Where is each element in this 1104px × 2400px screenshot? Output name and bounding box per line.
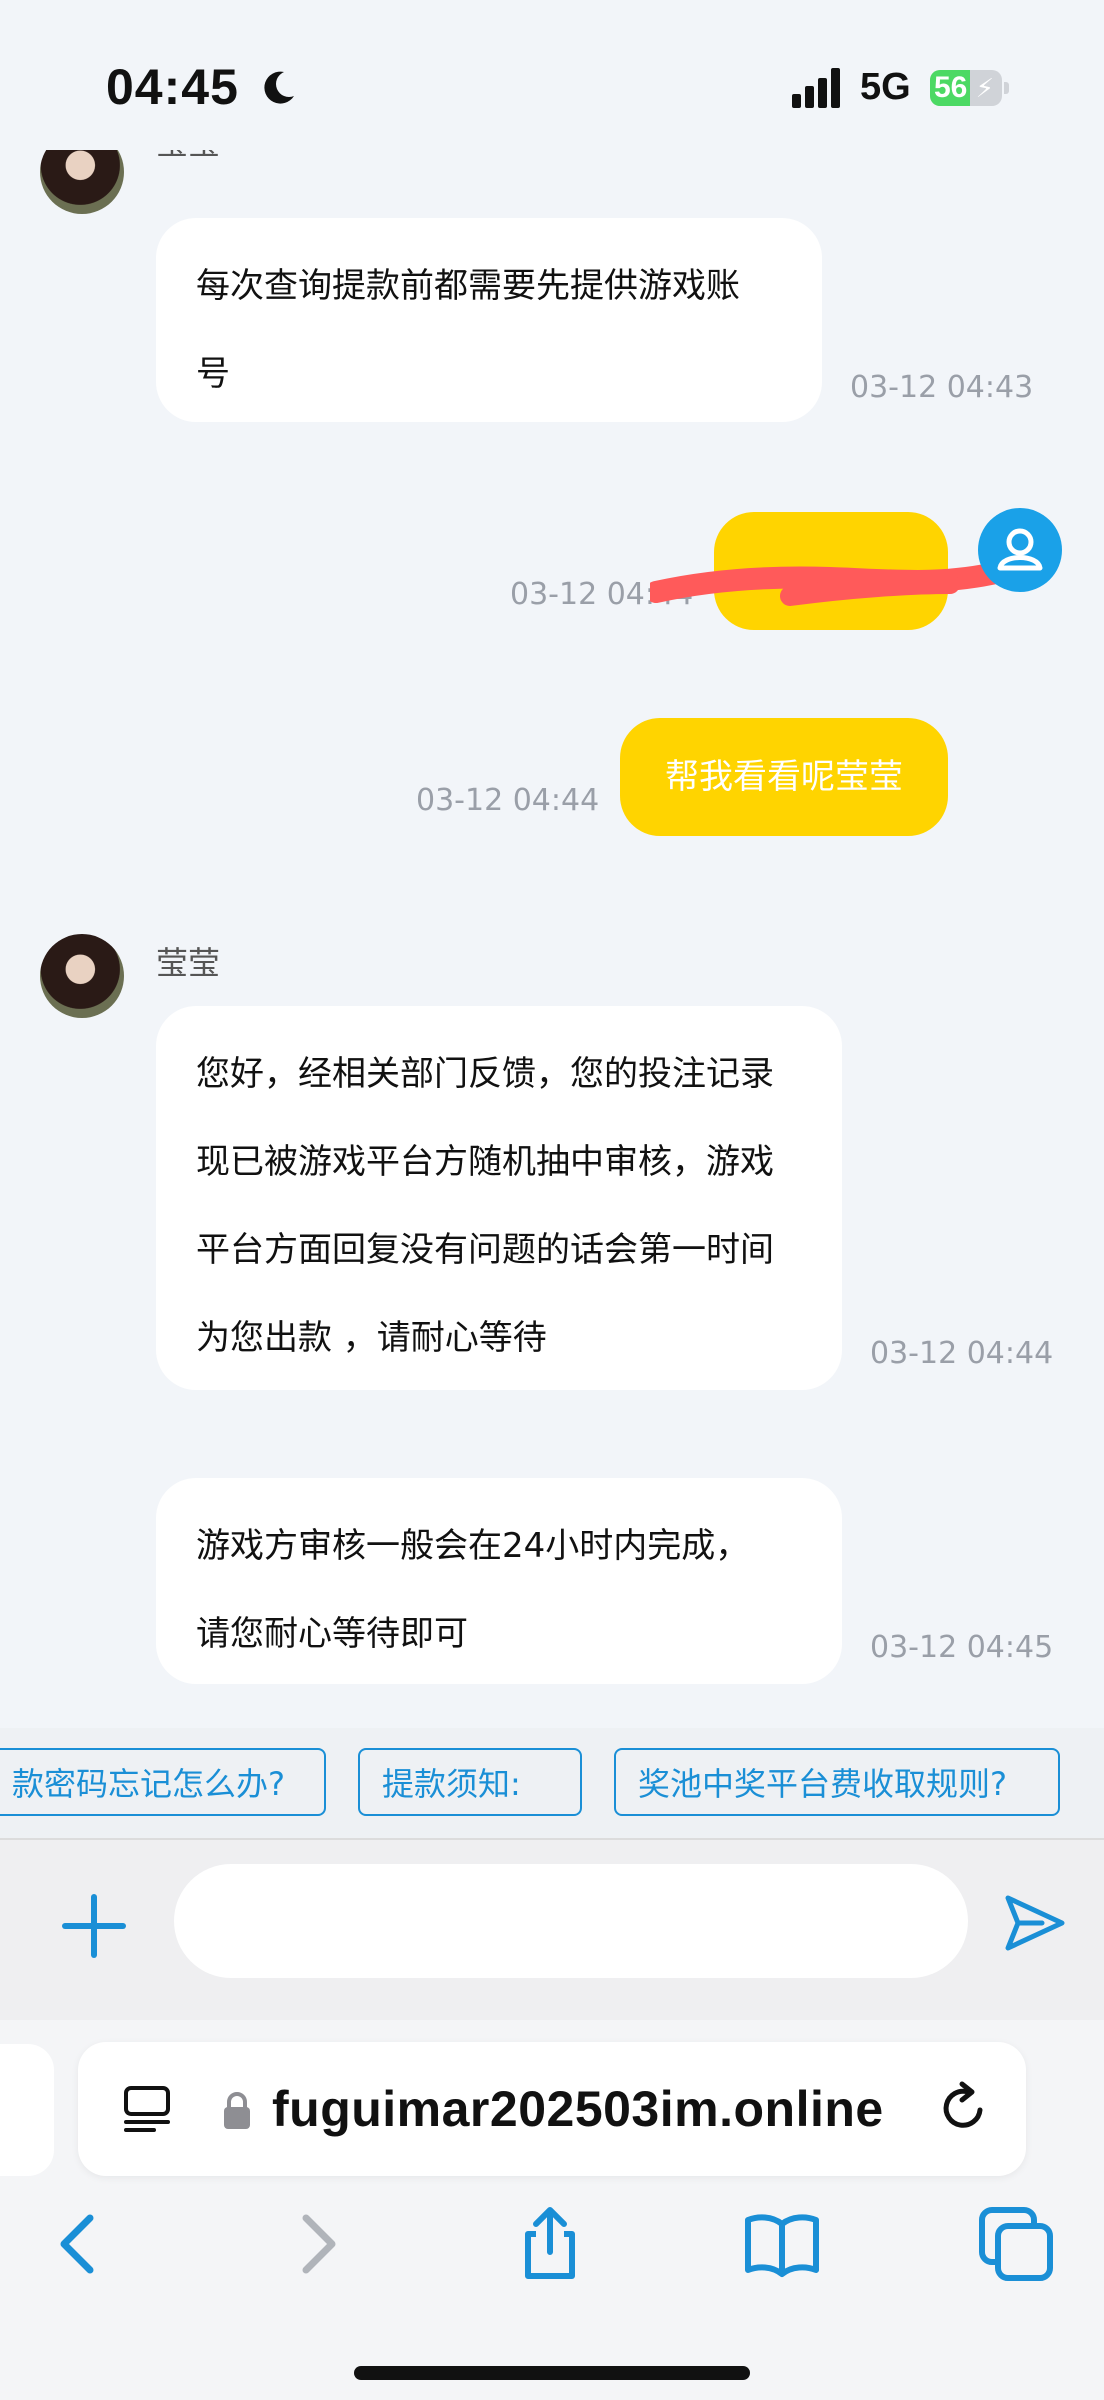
sender-name: 莹莹 (156, 150, 220, 164)
signal-icon (792, 68, 844, 108)
message-bubble: 每次查询提款前都需要先提供游戏账 号 (156, 218, 822, 422)
message-bubble: 游戏方审核一般会在24小时内完成， 请您耐心等待即可 (156, 1478, 842, 1684)
lock-icon (224, 2092, 250, 2129)
agent-avatar (40, 150, 124, 214)
quick-reply-chip[interactable]: 款密码忘记怎么办? (0, 1748, 326, 1816)
chat-area[interactable]: 莹莹 每次查询提款前都需要先提供游戏账 号 03-12 04:43 03-12 … (0, 150, 1104, 1728)
back-icon[interactable] (40, 2204, 120, 2284)
message-time: 03-12 04:43 (850, 370, 1034, 405)
message-line: 游戏方审核一般会在24小时内完成， (196, 1526, 750, 1566)
battery-icon: 56 ⚡ (930, 70, 1002, 106)
network-type: 5G (860, 66, 911, 108)
quick-reply-chip[interactable]: 奖池中奖平台费收取规则? (614, 1748, 1060, 1816)
message-bubble: 您好，经相关部门反馈，您的投注记录 现已被游戏平台方随机抽中审核，游戏 平台方面… (156, 1006, 842, 1390)
forward-icon[interactable] (276, 2204, 356, 2284)
send-icon[interactable] (1002, 1890, 1068, 1956)
home-indicator[interactable] (354, 2366, 750, 2380)
previous-tab[interactable] (0, 2044, 54, 2176)
message-line: 每次查询提款前都需要先提供游戏账 (196, 266, 740, 306)
my-message-bubble: 帮我看看呢莹莹 (620, 718, 948, 836)
message-line: 请您耐心等待即可 (196, 1614, 468, 1654)
reload-icon[interactable] (936, 2080, 992, 2136)
message-line: 平台方面回复没有问题的话会第一时间 (196, 1230, 774, 1270)
tabs-icon[interactable] (976, 2204, 1056, 2284)
message-line: 为您出款 ，请耐心等待 (196, 1318, 547, 1358)
moon-icon (264, 71, 294, 104)
message-time: 03-12 04:45 (870, 1630, 1054, 1665)
redaction-scribble (650, 561, 1010, 606)
browser-toolbar: fuguimar202503im.online (0, 2020, 1104, 2400)
message-line: 现已被游戏平台方随机抽中审核，游戏 (196, 1142, 774, 1182)
status-bar: 04:45 5G 56 ⚡ (0, 0, 1104, 150)
message-time: 03-12 04:44 (416, 783, 600, 818)
reader-mode-icon[interactable] (122, 2084, 172, 2134)
status-time: 04:45 (106, 59, 239, 115)
quick-reply-chip[interactable]: 提款须知: (358, 1748, 582, 1816)
share-icon[interactable] (510, 2204, 590, 2284)
url-text: fuguimar202503im.online (272, 2081, 884, 2137)
message-input[interactable] (174, 1864, 968, 1978)
sender-name: 莹莹 (156, 944, 221, 982)
message-composer (0, 1838, 1104, 2020)
message-line: 您好，经相关部门反馈，您的投注记录 (196, 1054, 774, 1094)
address-bar[interactable]: fuguimar202503im.online (78, 2042, 1026, 2176)
agent-avatar (40, 934, 124, 1018)
bookmarks-icon[interactable] (742, 2204, 822, 2284)
quick-replies-bar: 款密码忘记怎么办? 提款须知: 奖池中奖平台费收取规则? (0, 1728, 1104, 1838)
battery-level: 56 (934, 71, 968, 104)
user-avatar-icon (978, 508, 1062, 592)
message-line: 号 (196, 354, 230, 394)
message-time: 03-12 04:44 (870, 1336, 1054, 1371)
plus-icon[interactable] (62, 1894, 126, 1958)
